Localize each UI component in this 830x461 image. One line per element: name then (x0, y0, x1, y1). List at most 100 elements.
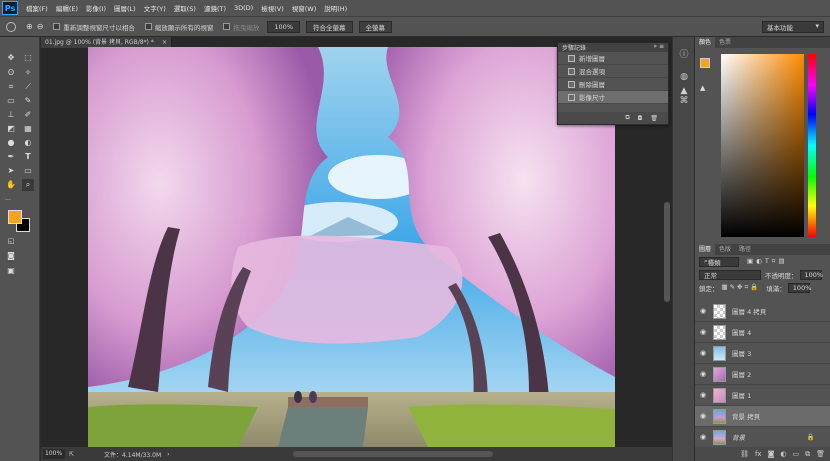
zoom-in-icon[interactable]: ⊕ (26, 22, 33, 31)
layer-row[interactable]: ◉ 圖層 4 拷貝 (695, 301, 830, 322)
new-layer-icon[interactable]: ⧉ (805, 450, 810, 459)
fill-screen-button[interactable]: 全螢幕 (358, 20, 392, 33)
layer-row-selected[interactable]: ◉ 背景 拷貝 (695, 406, 830, 427)
menu-edit[interactable]: 編輯(E) (56, 3, 78, 13)
resize-windows-checkbox[interactable]: 重新調整視窗尺寸以相合 (53, 22, 135, 32)
link-layers-icon[interactable]: ⛓ (740, 450, 749, 458)
crop-tool-icon[interactable]: ⌗ (5, 81, 17, 93)
history-item[interactable]: 新增圖層 (558, 52, 668, 65)
image-canvas[interactable] (88, 47, 615, 447)
menu-3d[interactable]: 3D(D) (234, 4, 253, 12)
add-mask-icon[interactable]: ◙ (768, 450, 775, 458)
eye-icon[interactable]: ◉ (697, 307, 709, 315)
eye-icon[interactable]: ◉ (697, 370, 709, 378)
color-panel-foreground-swatch[interactable] (700, 58, 710, 68)
menu-select[interactable]: 選取(S) (174, 3, 196, 13)
opacity-field[interactable]: 100% (799, 269, 823, 280)
tab-swatches[interactable]: 色票 (715, 37, 735, 48)
layer-style-icon[interactable]: fx (755, 450, 762, 458)
blend-mode-select[interactable]: 正常 (699, 269, 761, 280)
clone-stamp-tool-icon[interactable]: ⊥ (5, 109, 17, 121)
layer-row[interactable]: ◉ 圖層 1 (695, 385, 830, 406)
vertical-scrollbar[interactable] (664, 202, 670, 302)
zoom-value-field[interactable]: 100% (267, 20, 300, 33)
lock-icons[interactable]: ▦✎✥⌗🔒 (722, 283, 761, 292)
eye-icon[interactable]: ◉ (697, 349, 709, 357)
type-tool-icon[interactable]: T (22, 151, 34, 163)
gamut-warning-icon[interactable]: ▲ (700, 84, 705, 92)
tab-paths[interactable]: 路徑 (735, 244, 755, 255)
trash-icon[interactable]: 🗑 (650, 115, 658, 122)
menu-layer[interactable]: 圖層(L) (114, 3, 136, 13)
rectangle-tool-icon[interactable]: ▭ (22, 165, 34, 177)
lock-icon[interactable]: 🔒 (807, 433, 815, 441)
hand-tool-icon[interactable]: ✋ (5, 179, 17, 191)
layer-row[interactable]: ◉ 圖層 3 (695, 343, 830, 364)
gradient-tool-icon[interactable]: ▦ (22, 123, 34, 135)
tab-color[interactable]: 顏色 (695, 37, 716, 48)
layer-filter-icons[interactable]: ▣◐T⌗▤ (747, 257, 788, 266)
color-picker-field[interactable] (721, 54, 804, 237)
layer-row[interactable]: ◉ 圖層 2 (695, 364, 830, 385)
new-group-icon[interactable]: ▭ (792, 450, 799, 458)
fill-field[interactable]: 100% (787, 282, 811, 293)
paths-panel-icon[interactable]: ⌘ (678, 95, 690, 107)
workspace-select[interactable]: 基本功能 (762, 21, 824, 33)
adjustments-panel-icon[interactable]: ◍ (678, 71, 690, 83)
tab-layers[interactable]: 圖層 (695, 244, 716, 255)
lasso-tool-icon[interactable]: ʘ (5, 67, 17, 79)
snapshot-camera-icon[interactable]: ◘ (638, 115, 643, 122)
eye-icon[interactable]: ◉ (697, 328, 709, 336)
menu-window[interactable]: 視窗(W) (292, 3, 317, 13)
zoom-tool-icon[interactable]: ⌕ (22, 179, 34, 191)
menu-view[interactable]: 檢視(V) (261, 3, 284, 13)
adjustment-layer-icon[interactable]: ◐ (780, 450, 786, 458)
zoom-all-windows-checkbox[interactable]: 縮放顯示所有的視窗 (144, 22, 213, 32)
more-tools-icon[interactable]: ··· (2, 195, 14, 207)
eye-icon[interactable]: ◉ (697, 391, 709, 399)
menu-file[interactable]: 檔案(F) (26, 3, 48, 13)
dodge-tool-icon[interactable]: ◐ (22, 137, 34, 149)
history-brush-tool-icon[interactable]: ✐ (22, 109, 34, 121)
menu-image[interactable]: 影像(I) (86, 3, 106, 13)
foreground-color-swatch[interactable] (8, 210, 22, 224)
share-icon[interactable]: ⇱ (69, 451, 74, 458)
default-colors-icon[interactable]: ◱ (5, 235, 17, 247)
hue-slider[interactable] (808, 54, 816, 237)
menu-type[interactable]: 文字(Y) (144, 3, 166, 13)
checkbox-box[interactable] (223, 23, 231, 30)
screen-mode-icon[interactable]: ▣ (5, 265, 17, 277)
history-item[interactable]: 混合選項 (558, 65, 668, 78)
brush-tool-icon[interactable]: ✎ (22, 95, 34, 107)
zoom-icon[interactable] (6, 21, 16, 32)
checkbox-box[interactable] (53, 23, 61, 30)
history-item-current[interactable]: 影像尺寸 (558, 91, 668, 104)
scrubby-zoom-checkbox[interactable]: 拖曳縮放 (223, 22, 259, 32)
menu-filter[interactable]: 濾鏡(T) (204, 3, 226, 13)
marquee-tool-icon[interactable]: ⬚ (22, 52, 34, 64)
eyedropper-tool-icon[interactable]: ⟋ (22, 81, 34, 93)
status-menu-icon[interactable]: › (167, 451, 169, 458)
pen-tool-icon[interactable]: ✒ (5, 151, 17, 163)
blur-tool-icon[interactable]: ● (5, 137, 17, 149)
eye-icon[interactable]: ◉ (697, 433, 709, 441)
eraser-tool-icon[interactable]: ◩ (5, 123, 17, 135)
new-document-from-state-icon[interactable]: ⧉ (625, 114, 629, 122)
zoom-out-icon[interactable]: ⊖ (37, 22, 44, 31)
history-item[interactable]: 刪除圖層 (558, 78, 668, 91)
trash-icon[interactable]: 🗑 (816, 450, 825, 458)
fit-screen-button[interactable]: 符合全螢幕 (306, 20, 353, 33)
eye-icon[interactable]: ◉ (697, 412, 709, 420)
info-panel-icon[interactable]: ⓘ (678, 49, 690, 61)
panel-collapse-icon[interactable]: » ≡ (653, 43, 664, 50)
menu-help[interactable]: 說明(H) (324, 3, 347, 13)
tab-channels[interactable]: 色版 (715, 244, 735, 255)
move-tool-icon[interactable]: ✥ (5, 52, 17, 64)
layer-filter-select[interactable]: ⌕ 種類 (699, 256, 739, 267)
quick-mask-icon[interactable]: ◙ (5, 250, 17, 262)
magic-wand-tool-icon[interactable]: ✧ (22, 67, 34, 79)
layer-row[interactable]: ◉ 背景 🔒 (695, 427, 830, 448)
horizontal-scrollbar[interactable] (293, 451, 493, 457)
history-panel-title[interactable]: 步驟記錄 (562, 43, 586, 52)
path-selection-tool-icon[interactable]: ➤ (5, 165, 17, 177)
